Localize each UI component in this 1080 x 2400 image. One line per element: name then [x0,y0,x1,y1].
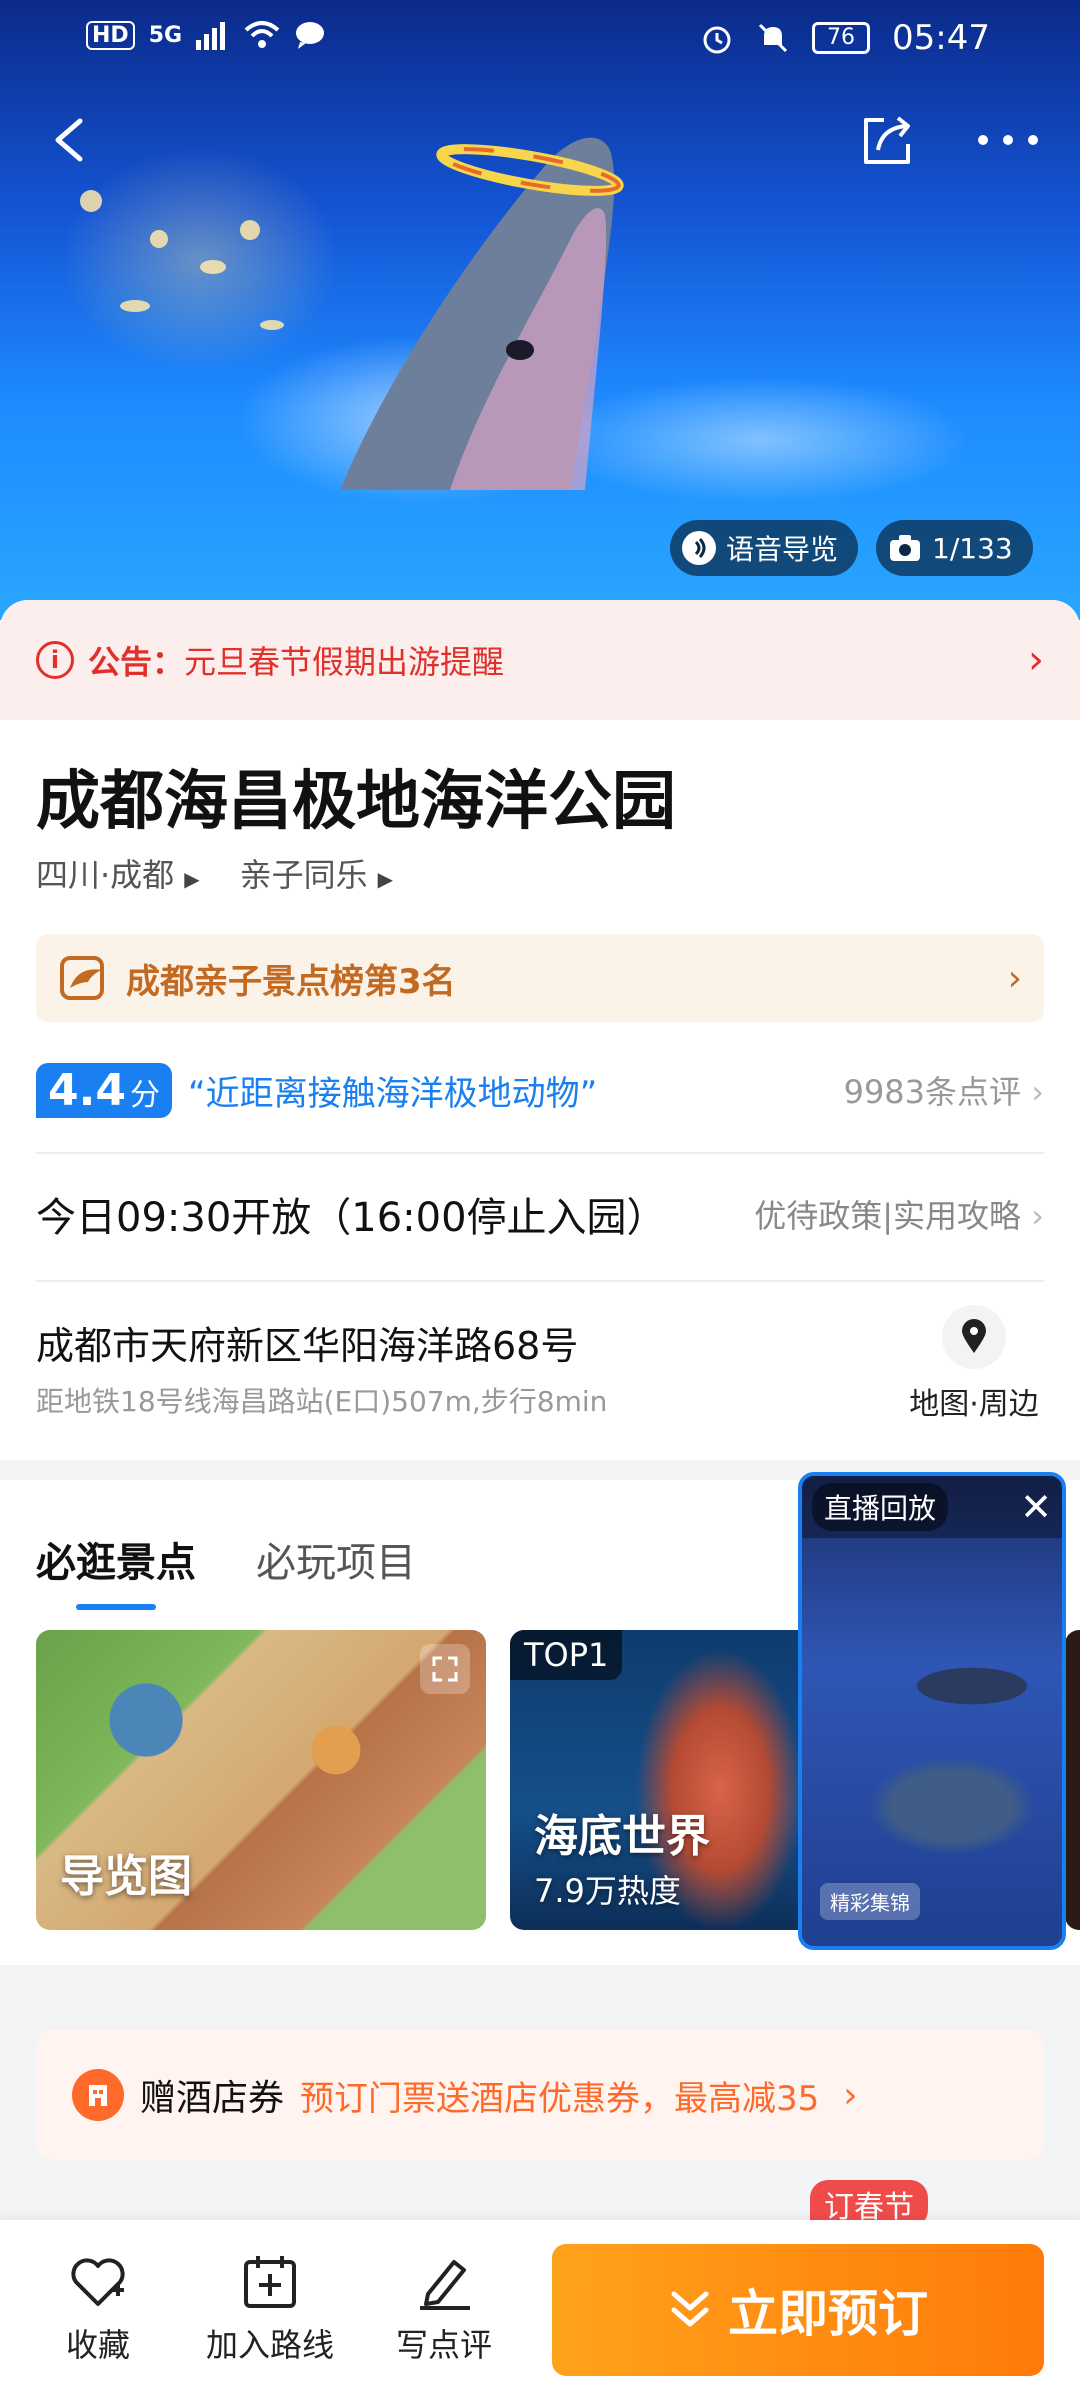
bottom-action-bar: 收藏 加入路线 写点评 立即预订 [0,2220,1080,2400]
alarm-icon [703,26,731,54]
chevron-right-icon: › [843,2074,858,2116]
chevron-right-icon: › [1031,1073,1044,1111]
pen-icon [420,2260,470,2310]
back-button[interactable] [28,100,108,180]
favorite-button[interactable]: 收藏 [58,2254,138,2366]
more-button[interactable] [968,100,1048,180]
hotel-icon [72,2069,124,2121]
map-nearby-label: 地图·周边 [909,1387,1039,1422]
opening-hours: 今日09:30开放（16:00停止入园） [36,1195,667,1241]
rating-badge: 4.4 分 [36,1062,172,1118]
address[interactable]: 成都市天府新区华阳海洋路68号 [36,1315,578,1370]
notice-text: 元旦春节假期出游提醒 [184,643,505,681]
photo-counter: 1/133 [932,531,1013,565]
rank-badge: TOP1 [510,1630,623,1680]
review-highlight: “近距离接触海洋极地动物” [187,1073,598,1114]
share-icon [864,116,910,164]
chevron-right-icon: › [1031,1197,1044,1235]
attraction-card-peek[interactable] [1065,1630,1080,1930]
double-chevron-down-icon [671,2291,709,2327]
book-now-label: 立即预订 [728,2285,928,2343]
light-sparkle [150,230,168,248]
hd-indicator: HD [86,20,135,50]
add-route-label: 加入路线 [205,2326,334,2364]
guide-map-label: 导览图 [60,1851,192,1902]
hotel-coupon-promo: 预订门票送酒店优惠券，最高减35 [300,2078,820,2119]
message-icon [296,22,325,49]
rating-unit: 分 [129,1077,160,1113]
hero-photo[interactable]: HD 5G 76 05:47 语音导览 1/133 [0,0,1080,620]
ranking-banner[interactable]: 成都亲子景点榜第3名 › [36,934,1044,1022]
map-nearby-button[interactable]: 地图·周边 [904,1305,1044,1423]
location-pin-icon [942,1305,1006,1369]
attraction-name: 海底世界 [534,1811,710,1862]
divider [36,1280,1044,1282]
status-bar: HD 5G 76 05:47 [0,0,1080,80]
breadcrumb-category[interactable]: 亲子同乐 ▶ [240,850,393,896]
tab-must-play[interactable]: 必玩项目 [256,1530,416,1588]
chevron-right-icon: › [1007,957,1022,999]
mute-bell-icon [758,23,788,53]
write-review-label: 写点评 [395,2326,492,2364]
dolphin-rank-icon [60,956,104,1000]
hotel-coupon-title: 赠酒店券 [140,2078,285,2119]
caret-right-icon: ▶ [184,867,200,891]
battery-indicator: 76 [812,22,871,54]
calendar-add-icon [244,2256,296,2308]
share-button[interactable] [848,100,928,180]
add-route-button[interactable]: 加入路线 [200,2254,340,2366]
chevron-right-icon: › [1028,637,1044,683]
divider [36,1152,1044,1154]
close-icon[interactable]: ✕ [1020,1485,1052,1529]
more-dots-icon [978,135,1038,145]
write-review-button[interactable]: 写点评 [394,2254,494,2366]
voice-guide-button[interactable]: 语音导览 [670,520,859,576]
book-now-button[interactable]: 立即预订 [552,2244,1044,2376]
light-sparkle [80,190,102,212]
wifi-icon [244,21,280,48]
metro-distance: 距地铁18号线海昌路站(E口)507m,步行8min [36,1385,608,1418]
heart-plus-icon [71,2258,125,2306]
policy-links[interactable]: 优待政策|实用攻略 › [754,1191,1044,1237]
notice-label: 公告： [88,643,185,681]
attraction-heat: 7.9万热度 [534,1872,681,1910]
info-icon: i [36,641,74,679]
rating-row[interactable]: 4.4 分 “近距离接触海洋极地动物” 9983条点评 › [36,1050,1044,1130]
back-arrow-icon [55,118,83,162]
hours-row[interactable]: 今日09:30开放（16:00停止入园） 优待政策|实用攻略 › [36,1185,1044,1243]
tab-must-visit[interactable]: 必逛景点 [36,1530,196,1610]
rating-score: 4.4 [48,1064,126,1116]
live-replay-header: 直播回放 ✕ [802,1476,1062,1538]
photo-gallery-button[interactable]: 1/133 [876,520,1033,576]
page-title: 成都海昌极地海洋公园 [36,765,676,839]
attraction-tabs: 必逛景点 必玩项目 [36,1530,416,1610]
ranking-text: 成都亲子景点榜第3名 [126,961,456,1002]
expand-icon [420,1644,470,1694]
review-count[interactable]: 9983条点评 › [844,1067,1044,1113]
network-type: 5G [148,22,183,48]
camera-icon [890,535,920,561]
dolphin-image [340,137,624,491]
hotel-coupon-banner[interactable]: 赠酒店券 预订门票送酒店优惠券，最高减35 › [36,2030,1044,2160]
signal-icon [196,22,226,50]
guide-map-card[interactable]: 导览图 [36,1630,486,1930]
light-sparkle [200,260,226,274]
audio-wave-icon [682,531,716,565]
voice-guide-label: 语音导览 [726,533,839,566]
notice-banner[interactable]: i 公告： 元旦春节假期出游提醒 › [0,600,1080,720]
live-replay-window[interactable]: 直播回放 ✕ 精彩集锦 [798,1472,1066,1950]
breadcrumb: 四川·成都 ▶ 亲子同乐 ▶ [36,850,393,896]
live-replay-label: 直播回放 [812,1483,949,1531]
light-sparkle [120,300,150,312]
light-sparkle [240,220,260,240]
light-sparkle [260,320,284,330]
caret-right-icon: ▶ [377,867,393,891]
clock: 05:47 [892,18,990,58]
poi-info-card: i 公告： 元旦春节假期出游提醒 › 成都海昌极地海洋公园 四川·成都 ▶ 亲子同… [0,600,1080,1460]
highlight-tag: 精彩集锦 [820,1883,920,1920]
breadcrumb-location[interactable]: 四川·成都 ▶ [36,850,200,896]
favorite-label: 收藏 [65,2326,130,2364]
